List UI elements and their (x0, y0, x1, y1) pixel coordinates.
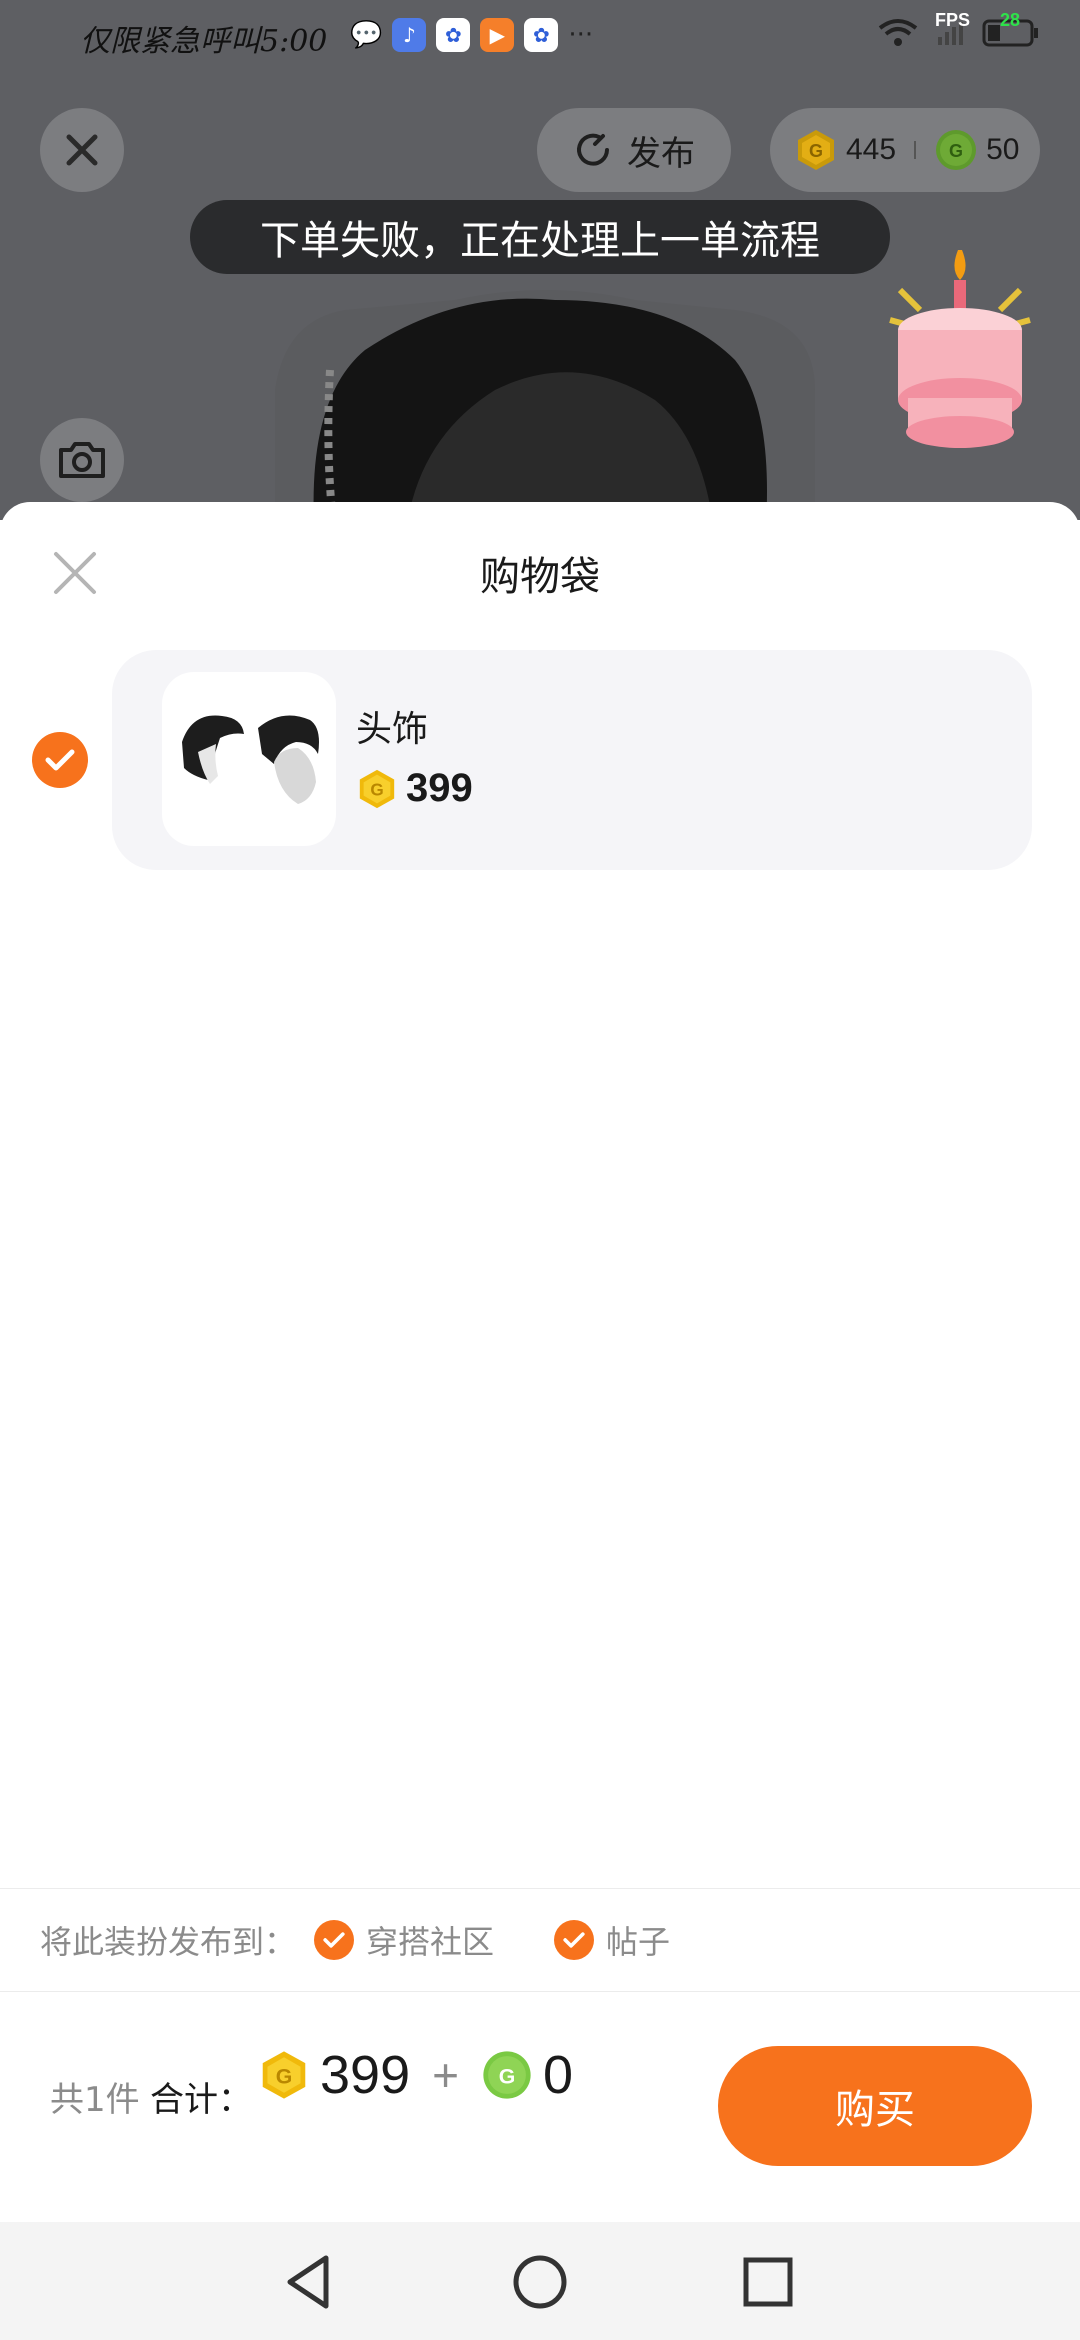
check-icon (45, 749, 75, 771)
item-name: 头饰 (356, 709, 429, 750)
currency-balance[interactable]: G 445 G 50 (770, 108, 1040, 192)
carrier-text: 仅限紧急呼叫 (80, 24, 260, 59)
gold-coin-icon: G (798, 130, 834, 170)
item-thumbnail (162, 672, 336, 846)
baidu-app-icon-2: ✿ (524, 18, 559, 52)
music-app-icon: ♪ (392, 18, 427, 52)
publish-option-community[interactable]: 穿搭社区 (314, 1917, 494, 1963)
gold-total: 399 (320, 2045, 411, 2105)
svg-text:G: G (370, 779, 383, 799)
cart-item[interactable]: 头饰 G 399 (112, 650, 1032, 870)
gold-coin-icon: G (359, 769, 395, 808)
triangle-back-icon[interactable] (276, 2250, 340, 2314)
avatar-preview (275, 290, 815, 520)
fps-value: 28 (999, 10, 1020, 30)
close-button[interactable] (40, 108, 124, 192)
video-app-icon: ▶ (480, 18, 515, 52)
publish-option-post[interactable]: 帖子 (554, 1917, 670, 1963)
svg-text:G: G (949, 141, 963, 161)
total-label: 合计： (150, 2080, 252, 2120)
publish-button[interactable]: 发布 (537, 108, 731, 192)
gold-coin-icon: G (262, 2051, 306, 2099)
green-total: 0 (542, 2045, 574, 2105)
status-bar: 仅限紧急呼叫5:00 💬 ♪ ✿ ▶ ✿ ··· FPS 28 (0, 0, 1080, 70)
wechat-icon: 💬 (350, 20, 383, 50)
square-recent-icon[interactable] (736, 2250, 800, 2314)
anniversary-cake-badge (889, 250, 1031, 448)
currency-divider (914, 141, 917, 159)
community-label: 穿搭社区 (366, 1923, 495, 1961)
item-count: 共1件 (50, 2080, 140, 2120)
background-overlay: 仅限紧急呼叫5:00 💬 ♪ ✿ ▶ ✿ ··· FPS 28 发布 G 445… (0, 0, 1080, 520)
camera-icon (59, 442, 105, 478)
fps-label: FPS (934, 10, 970, 30)
item-checkbox[interactable] (32, 732, 88, 788)
wifi-icon (878, 19, 918, 46)
circle-home-icon[interactable] (508, 2250, 572, 2314)
plus-sign: + (432, 2049, 459, 2101)
status-carrier-text: 仅限紧急呼叫5:00 (80, 16, 327, 60)
refresh-icon (577, 133, 609, 166)
svg-text:G: G (499, 2064, 516, 2088)
publish-label: 发布 (627, 133, 695, 174)
system-nav-bar (0, 2222, 1080, 2340)
publish-destination-label: 将此装扮发布到： (40, 1923, 297, 1961)
green-coin-icon: G (483, 2051, 531, 2099)
camera-button[interactable] (40, 418, 124, 502)
baidu-app-icon: ✿ (436, 18, 471, 52)
status-app-icons: 💬 ♪ ✿ ▶ ✿ ··· (350, 18, 593, 52)
green-coin-icon: G (936, 130, 977, 170)
community-checkbox[interactable] (314, 1920, 355, 1960)
green-coin-balance: 50 (986, 133, 1020, 166)
check-icon (323, 1932, 345, 1948)
check-icon (563, 1932, 585, 1948)
headwear-thumbnail-image (182, 715, 319, 804)
svg-text:G: G (276, 2064, 293, 2088)
sheet-title: 购物袋 (480, 554, 600, 600)
publish-destination-row: 将此装扮发布到： 穿搭社区 帖子 (0, 1888, 1080, 1992)
item-price-value: 399 (406, 766, 473, 810)
post-checkbox[interactable] (554, 1920, 595, 1960)
total-price: G 399 + G 0 (258, 2044, 573, 2106)
item-price: G 399 (356, 766, 473, 811)
svg-text:G: G (809, 141, 823, 161)
post-label: 帖子 (606, 1923, 671, 1961)
buy-button[interactable]: 购买 (718, 2046, 1032, 2166)
status-time: 5:00 (260, 24, 328, 59)
toast-message: 下单失败，正在处理上一单流程 (190, 200, 890, 274)
more-notifications: ··· (568, 20, 594, 50)
close-icon (66, 134, 98, 166)
checkout-footer: 共1件 合计： G 399 + G 0 购买 (0, 1996, 1080, 2222)
gold-coin-balance: 445 (846, 133, 897, 166)
